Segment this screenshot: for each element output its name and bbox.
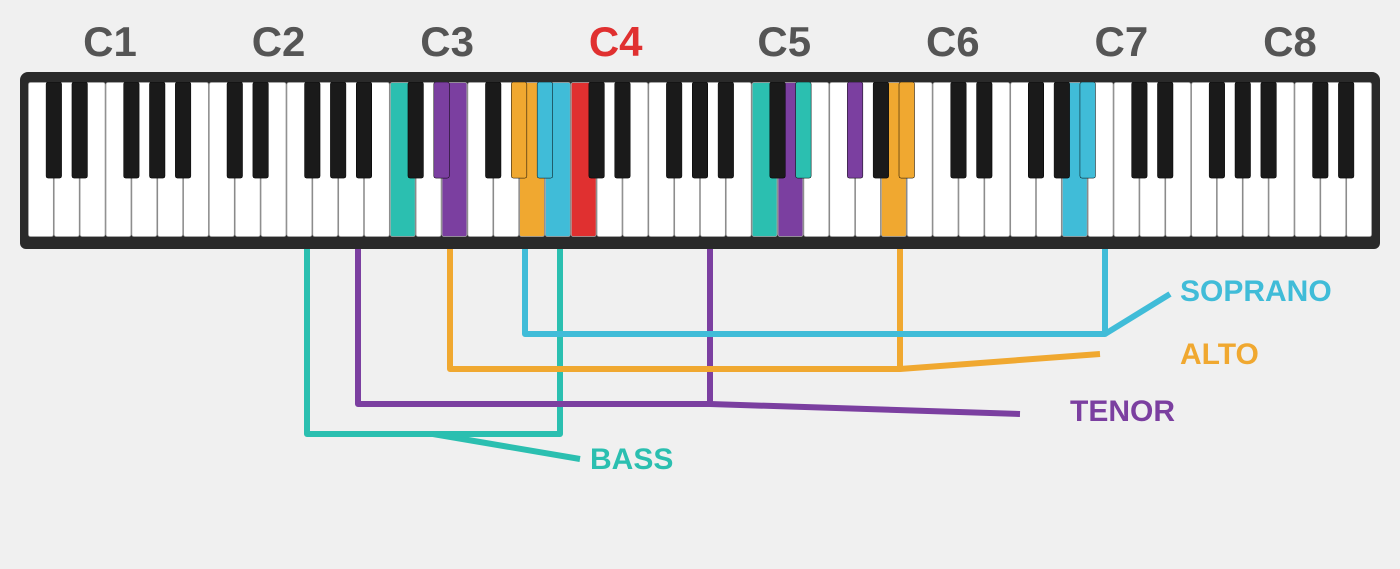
soprano-label-line	[1105, 294, 1170, 334]
octave-label-c4: C4	[546, 18, 686, 66]
bass-label-line	[433, 434, 580, 459]
octave-label-c3: C3	[377, 18, 517, 66]
octave-label-c5: C5	[714, 18, 854, 66]
tenor-range-bracket	[358, 249, 710, 404]
octave-labels-row: C1 C2 C3 C4 C5 C6 C7 C8	[30, 18, 1370, 66]
piano-keys-container: .wk { fill: white; stroke: #999; stroke-…	[28, 82, 1372, 237]
piano-keyboard: .wk { fill: white; stroke: #999; stroke-…	[20, 72, 1380, 249]
octave-label-c8: C8	[1220, 18, 1360, 66]
soprano-range-bracket	[525, 249, 1105, 334]
soprano-label: SOPRANO	[1180, 275, 1332, 308]
octave-label-c2: C2	[209, 18, 349, 66]
bass-label: BASS	[590, 443, 673, 476]
tenor-label: TENOR	[1070, 395, 1175, 428]
alto-label: ALTO	[1180, 338, 1259, 371]
octave-label-c6: C6	[883, 18, 1023, 66]
octave-label-c7: C7	[1051, 18, 1191, 66]
tenor-label-line	[710, 404, 1020, 414]
voice-ranges-container: SOPRANO ALTO TENOR BASS	[20, 249, 1380, 489]
voice-ranges-svg: SOPRANO ALTO TENOR BASS	[20, 249, 1380, 489]
piano-svg: .wk { fill: white; stroke: #999; stroke-…	[28, 82, 1372, 237]
octave-label-c1: C1	[40, 18, 180, 66]
alto-label-line	[900, 354, 1100, 369]
alto-range-bracket	[450, 249, 900, 369]
